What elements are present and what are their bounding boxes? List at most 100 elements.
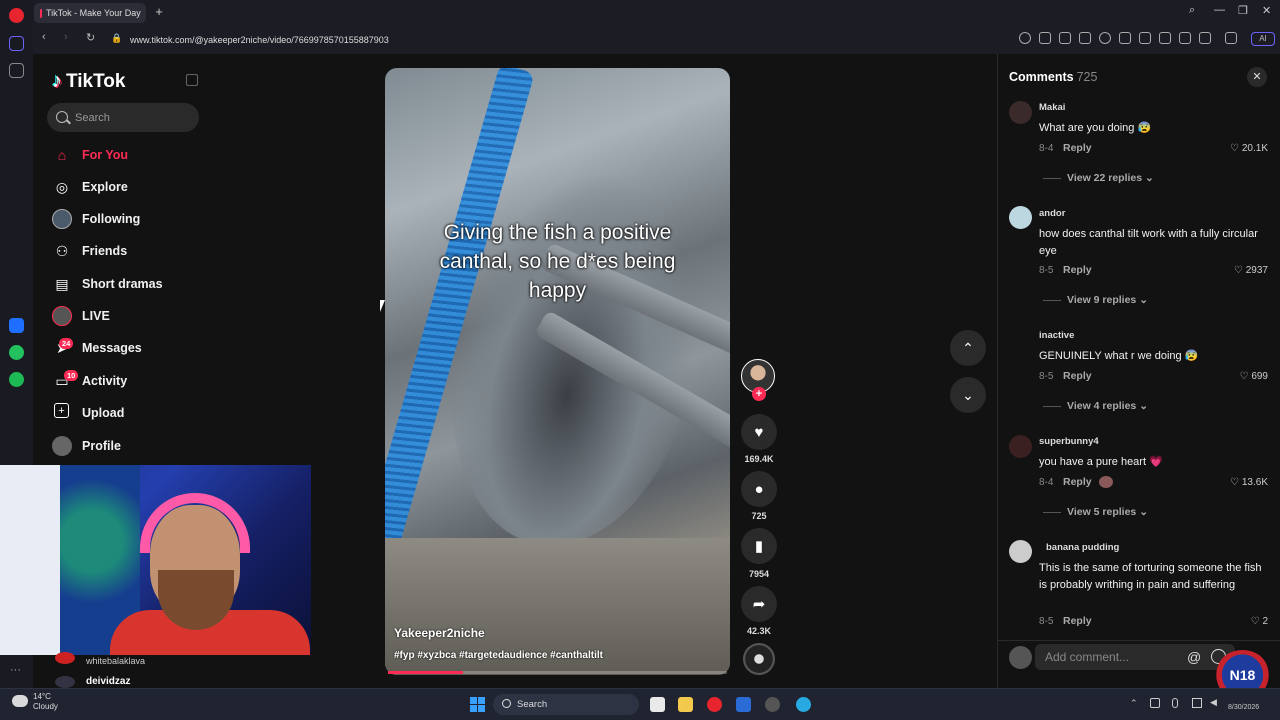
like-button[interactable]: ♥ — [741, 414, 777, 450]
video-hashtags[interactable]: #fyp #xyzbca #targetedaudience #canthalt… — [394, 650, 603, 661]
view-replies-button[interactable]: View 9 replies ⌄ — [1043, 294, 1148, 306]
reply-button[interactable]: Reply — [1063, 476, 1092, 488]
search-input[interactable]: Search — [47, 103, 199, 132]
shield-icon[interactable] — [1079, 32, 1091, 44]
comment-like-button[interactable]: ♡ 20.1K — [1230, 143, 1268, 154]
weather-cloud-icon[interactable] — [12, 695, 28, 707]
chat-username: deividzaz — [86, 676, 131, 687]
mention-button[interactable]: @ — [1187, 649, 1201, 665]
share-arrow-icon: ➦ — [752, 596, 766, 613]
zoom-icon[interactable] — [1019, 32, 1031, 44]
sidebar-item-label: Explore — [82, 180, 128, 194]
sidebar-item-label: Activity — [82, 374, 128, 388]
sidebar-more-icon[interactable]: ··· — [10, 664, 21, 676]
comment-username[interactable]: banana pudding — [1046, 542, 1119, 553]
back-icon[interactable]: ‹ — [42, 31, 46, 43]
comment-like-button[interactable]: ♡ 2937 — [1234, 265, 1268, 276]
url-field[interactable]: www.tiktok.com/@yakeeper2niche/video/766… — [106, 30, 1006, 50]
comment-date: 8-4 — [1039, 477, 1054, 488]
view-replies-button[interactable]: View 22 replies ⌄ — [1043, 172, 1154, 184]
edit-icon[interactable] — [1039, 32, 1051, 44]
comment-avatar[interactable] — [1009, 329, 1032, 352]
taskbar-search[interactable]: Search — [493, 694, 639, 715]
comment-like-button[interactable]: ♡ 2 — [1251, 616, 1268, 627]
opera-taskbar-icon[interactable] — [707, 697, 722, 712]
maximize-icon[interactable]: ❐ — [1238, 4, 1248, 17]
volume-icon[interactable]: ◀ — [1210, 697, 1217, 708]
comment-username[interactable]: inactive — [1039, 330, 1074, 341]
follow-plus-icon[interactable]: + — [752, 387, 766, 401]
save-button[interactable]: ▮ — [741, 528, 777, 564]
tiktok-logo[interactable]: ♪ TikTok — [52, 70, 125, 93]
file-explorer-icon[interactable] — [678, 697, 693, 712]
close-comments-button[interactable]: ✕ — [1247, 67, 1267, 87]
tab-title: TikTok - Make Your Day — [46, 8, 141, 18]
comment-avatar[interactable] — [1009, 540, 1032, 563]
reply-button[interactable]: Reply — [1063, 264, 1092, 276]
monitor-icon[interactable] — [1192, 698, 1202, 708]
comment-like-button[interactable]: ♡ 13.6K — [1230, 477, 1268, 488]
taskbar-date[interactable]: 8/30/2026 — [1228, 704, 1259, 711]
music-disc-icon[interactable] — [743, 643, 775, 675]
spotify-icon[interactable] — [9, 372, 24, 387]
headset-icon — [140, 493, 250, 553]
view-replies-button[interactable]: View 4 replies ⌄ — [1043, 400, 1148, 412]
collapse-sidebar-icon[interactable] — [186, 74, 198, 86]
comment-input[interactable]: Add comment... — [1035, 644, 1235, 670]
new-tab-button[interactable]: + — [152, 5, 166, 19]
sidebar-item-label: Profile — [82, 439, 121, 453]
opera-logo-icon[interactable] — [9, 8, 24, 23]
app-icon[interactable] — [736, 697, 751, 712]
comment-button[interactable]: ● — [741, 471, 777, 507]
heart-icon[interactable] — [1139, 32, 1151, 44]
video-progress-bar[interactable] — [388, 671, 727, 674]
share-button[interactable]: ➦ — [741, 586, 777, 622]
comment-avatar[interactable] — [1009, 101, 1032, 124]
comment-date: 8-5 — [1039, 265, 1054, 276]
video-author[interactable]: Yakeeper2niche — [394, 626, 485, 640]
telegram-icon[interactable] — [796, 697, 811, 712]
ai-button-icon[interactable]: AI — [1251, 32, 1275, 46]
browser-tab[interactable]: TikTok - Make Your Day ✕ — [34, 3, 146, 23]
close-window-icon[interactable]: ✕ — [1262, 4, 1271, 17]
messenger-icon[interactable] — [9, 318, 24, 333]
comment-username[interactable]: Makai — [1039, 102, 1065, 113]
view-replies-button[interactable]: View 5 replies ⌄ — [1043, 506, 1148, 518]
comment-username[interactable]: andor — [1039, 208, 1065, 219]
chevron-down-icon: ⌄ — [1139, 294, 1148, 306]
next-video-button[interactable]: ⌄ — [950, 377, 986, 413]
forward-icon[interactable]: › — [64, 31, 68, 43]
home-speed-dial-icon[interactable] — [9, 36, 24, 51]
mic-icon[interactable] — [1172, 698, 1178, 708]
compass-icon: ◎ — [55, 178, 69, 195]
search-tabs-icon[interactable]: ⌕ — [1189, 4, 1195, 17]
extensions-icon[interactable] — [1225, 32, 1237, 44]
comment-like-button[interactable]: ♡ 699 — [1240, 371, 1268, 382]
reply-button[interactable]: Reply — [1063, 370, 1092, 382]
vpn-icon[interactable] — [1099, 32, 1111, 44]
snapshot-icon[interactable] — [1059, 32, 1071, 44]
bookmark-star-icon[interactable] — [9, 63, 24, 78]
reply-button[interactable]: Reply — [1063, 615, 1092, 627]
network-icon[interactable] — [1150, 698, 1160, 708]
comment-avatar[interactable] — [1009, 435, 1032, 458]
comment-text: What are you doing 😰 — [1039, 122, 1152, 134]
weather-widget[interactable]: 14°C Cloudy — [33, 692, 58, 712]
wallet-icon[interactable] — [1199, 32, 1211, 44]
video-player[interactable]: Giving the fish a positive canthal, so h… — [385, 68, 730, 675]
player-icon[interactable] — [1119, 32, 1131, 44]
start-button[interactable] — [470, 697, 485, 712]
comment-text: you have a pure heart 💗 — [1039, 456, 1163, 468]
menu-icon[interactable] — [1179, 32, 1191, 44]
comment-username[interactable]: superbunny4 — [1039, 436, 1099, 447]
whatsapp-icon[interactable] — [9, 345, 24, 360]
tray-chevron-icon[interactable]: ⌃ — [1130, 698, 1138, 709]
download-icon[interactable] — [1159, 32, 1171, 44]
comment-avatar[interactable] — [1009, 206, 1032, 229]
reload-icon[interactable]: ↻ — [86, 31, 95, 44]
task-view-icon[interactable] — [650, 697, 665, 712]
settings-icon[interactable] — [765, 697, 780, 712]
reply-button[interactable]: Reply — [1063, 142, 1092, 154]
previous-video-button[interactable]: ⌃ — [950, 330, 986, 366]
minimize-icon[interactable]: — — [1214, 4, 1225, 16]
